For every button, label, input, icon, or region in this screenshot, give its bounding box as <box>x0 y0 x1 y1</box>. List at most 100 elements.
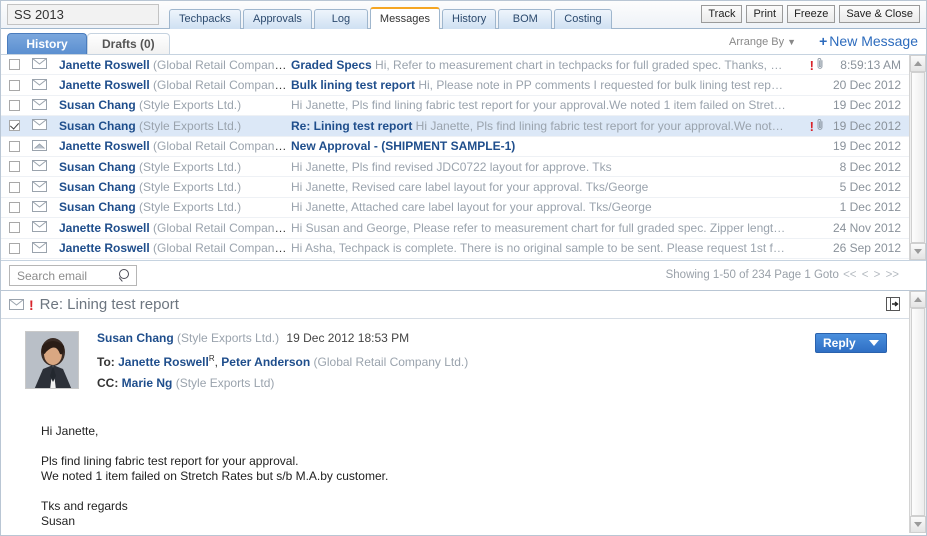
envelope-icon <box>32 58 47 70</box>
top-bar: Techpacks Approvals Log Messages History… <box>1 1 926 29</box>
next-page-button[interactable]: > <box>874 269 881 281</box>
message-row[interactable]: Susan Chang (Style Exports Ltd.) Hi Janet… <box>1 198 909 219</box>
message-preview: Hi Janette, Revised care label layout fo… <box>291 180 649 195</box>
scroll-up-icon[interactable] <box>910 291 926 308</box>
message-row-checkbox[interactable] <box>9 59 20 71</box>
last-page-button[interactable]: >> <box>886 269 899 281</box>
scroll-up-icon[interactable] <box>910 55 926 72</box>
message-list-scrollbar[interactable] <box>909 55 926 260</box>
message-row-checkbox[interactable] <box>9 181 20 193</box>
prev-page-button[interactable]: < <box>862 269 869 281</box>
track-button[interactable]: Track <box>701 5 743 23</box>
freeze-button[interactable]: Freeze <box>787 5 836 23</box>
chevron-down-icon <box>869 340 879 346</box>
email-to-line: To: Janette RoswellR, Peter Anderson (Gl… <box>97 352 899 369</box>
message-sender-name: Susan Chang <box>59 180 136 195</box>
attachment-icon <box>817 118 824 134</box>
message-sender-name: Janette Roswell <box>59 139 150 154</box>
main-tab-strip: Techpacks Approvals Log Messages History… <box>169 7 612 29</box>
message-row-checkbox[interactable] <box>9 120 20 132</box>
sender-company: (Style Exports Ltd.) <box>177 331 280 345</box>
message-date: 19 Dec 2012 <box>832 139 901 154</box>
scrollbar-thumb[interactable] <box>911 72 925 243</box>
search-icon[interactable] <box>118 269 131 282</box>
message-row[interactable]: Susan Chang (Style Exports Ltd.) Hi Janet… <box>1 157 909 178</box>
message-sender-company: (Style Exports Ltd.) <box>139 159 242 174</box>
tab-approvals[interactable]: Approvals <box>242 9 312 29</box>
message-row-checkbox[interactable] <box>9 161 20 173</box>
scrollbar-thumb[interactable] <box>911 308 925 516</box>
document-title-input[interactable] <box>7 4 159 25</box>
message-row[interactable]: Janette Roswell (Global Retail Company L… <box>1 75 909 96</box>
to-recipient-2[interactable]: Peter Anderson <box>221 355 310 369</box>
message-sender: Susan Chang (Style Exports Ltd.) <box>59 200 291 214</box>
envelope-icon <box>9 298 24 312</box>
to-company: (Global Retail Company Ltd.) <box>313 355 469 369</box>
avatar <box>25 331 79 389</box>
message-sender-name: Janette Roswell <box>59 241 150 256</box>
envelope-icon <box>32 98 47 110</box>
message-sender-name: Janette Roswell <box>59 78 150 93</box>
message-row[interactable]: Susan Chang (Style Exports Ltd.) Hi Janet… <box>1 96 909 117</box>
save-and-close-button[interactable]: Save & Close <box>839 5 920 23</box>
cc-recipient[interactable]: Marie Ng <box>122 376 173 390</box>
arrange-by-control[interactable]: Arrange By ▼ <box>729 36 796 48</box>
new-message-button[interactable]: + New Message <box>819 33 918 49</box>
message-sender: Janette Roswell (Global Retail Company L… <box>59 221 291 235</box>
important-icon: ! <box>809 57 814 73</box>
message-preview: Re: Lining test report Hi Janette, Pls f… <box>291 118 793 133</box>
message-row[interactable]: Janette Roswell (Global Retail Company L… <box>1 55 909 76</box>
message-preview: Bulk lining test report Hi, Please note … <box>291 78 793 93</box>
message-preview: Hi Janette, Pls find lining fabric test … <box>291 98 793 113</box>
to-recipient-1[interactable]: Janette Roswell <box>118 355 209 369</box>
message-subject: Graded Specs <box>291 57 372 72</box>
reply-button[interactable]: Reply <box>815 333 887 353</box>
print-button[interactable]: Print <box>746 5 784 23</box>
tab-history[interactable]: History <box>442 9 497 29</box>
plus-icon: + <box>819 33 828 49</box>
scroll-down-icon[interactable] <box>910 516 926 533</box>
email-card: Susan Chang (Style Exports Ltd.) 19 Dec … <box>11 327 899 529</box>
tab-costing[interactable]: Costing <box>554 9 612 29</box>
message-row-checkbox[interactable] <box>9 99 20 111</box>
message-row[interactable]: Janette Roswell (Global Retail Company L… <box>1 137 909 157</box>
envelope-icon <box>32 221 47 233</box>
scroll-down-icon[interactable] <box>910 243 926 260</box>
message-list[interactable]: Janette Roswell (Global Retail Company L… <box>1 55 909 260</box>
popout-icon[interactable] <box>886 297 901 311</box>
subtab-drafts[interactable]: Drafts (0) <box>87 33 170 54</box>
message-sender-company: (Style Exports Ltd.) <box>139 200 242 215</box>
subtab-history[interactable]: History <box>7 33 87 54</box>
message-date: 1 Dec 2012 <box>839 200 901 215</box>
reading-pane-content: ! Re: Lining test report Susan Chang (St… <box>1 291 909 533</box>
message-row-checkbox[interactable] <box>9 201 20 213</box>
reading-pane-scrollbar[interactable] <box>909 291 926 533</box>
message-row[interactable]: Janette Roswell (Global Retail Company L… <box>1 239 909 259</box>
message-row-checkbox[interactable] <box>9 242 20 254</box>
email-body: Hi Janette, Pls find lining fabric test … <box>41 424 389 528</box>
message-row-checkbox[interactable] <box>9 140 20 152</box>
tab-bom[interactable]: BOM <box>498 9 553 29</box>
message-subject: New Approval - (SHIPMENT SAMPLE-1) <box>291 139 516 154</box>
message-row[interactable]: Susan Chang (Style Exports Ltd.) Re: Lini… <box>1 116 909 137</box>
message-row-checkbox[interactable] <box>9 222 20 234</box>
reading-pane-title: Re: Lining test report <box>39 296 179 313</box>
tab-log[interactable]: Log <box>313 9 368 29</box>
top-button-group: Track Print Freeze Save & Close <box>701 5 920 23</box>
email-from-line: Susan Chang (Style Exports Ltd.) 19 Dec … <box>97 331 899 345</box>
message-flags: ! <box>793 57 827 73</box>
tab-messages[interactable]: Messages <box>369 7 441 29</box>
sender-name[interactable]: Susan Chang <box>97 331 174 345</box>
envelope-icon <box>32 200 47 212</box>
search-input[interactable] <box>15 267 118 284</box>
message-row-checkbox[interactable] <box>9 79 20 91</box>
message-date: 19 Dec 2012 <box>832 118 901 133</box>
message-flags: ! <box>793 118 827 134</box>
message-row[interactable]: Janette Roswell (Global Retail Company L… <box>1 218 909 239</box>
message-sender-company: (Style Exports Ltd.) <box>139 180 242 195</box>
tab-techpacks[interactable]: Techpacks <box>169 9 241 29</box>
cc-company: (Style Exports Ltd) <box>175 376 275 390</box>
search-email-box[interactable] <box>9 265 137 286</box>
first-page-button[interactable]: << <box>843 269 856 281</box>
message-row[interactable]: Susan Chang (Style Exports Ltd.) Hi Janet… <box>1 177 909 198</box>
